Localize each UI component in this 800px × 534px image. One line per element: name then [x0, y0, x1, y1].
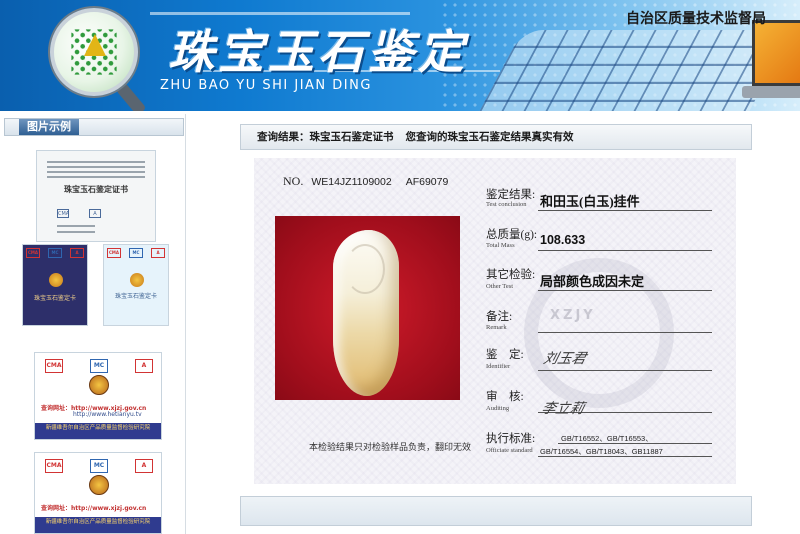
- cma-seal-icon: CMA: [57, 209, 70, 218]
- text-line: [57, 231, 95, 233]
- cal-icon: A: [135, 459, 153, 473]
- site-title-pinyin: ZHU BAO YU SHI JIAN DING: [160, 78, 372, 93]
- identifier-signature: 刘玉君: [541, 351, 588, 367]
- keyboard-graphic: [477, 30, 793, 111]
- footer-bar: [240, 496, 752, 526]
- field-total-mass: 总质量(g): Total Mass 108.633: [486, 226, 712, 256]
- card-dark-title: 珠宝玉石鉴定卡: [33, 295, 76, 302]
- sample-card-dark-thumbnail[interactable]: CMA MC A 珠宝玉石鉴定卡: [22, 244, 88, 326]
- monitor-graphic: [752, 20, 800, 86]
- badge-stripe: 新疆维吾尔自治区产品质量监督检验研究院: [35, 517, 161, 533]
- text-line: [47, 166, 145, 168]
- cal-icon: A: [70, 248, 84, 258]
- text-line: [57, 225, 95, 227]
- field-conclusion: 鉴定结果: Test conclusion 和田玉(白玉)挂件: [486, 186, 712, 216]
- sample-label-thumbnail[interactable]: CMA MC A 查询网址：http://www.xjzj.gov.cn htt…: [34, 352, 162, 440]
- site-title: 珠宝玉石鉴定: [168, 25, 468, 79]
- cma-icon: CMA: [107, 248, 121, 258]
- sample-label-thumbnail[interactable]: CMA MC A 查询网址：http://www.xjzj.gov.cn 新疆维…: [34, 452, 162, 534]
- national-emblem-icon: [130, 273, 144, 287]
- badge-url-1: 查询网址：http://www.xjzj.gov.cn: [41, 505, 147, 512]
- badge-url-2: http://www.hetianyu.tv: [73, 411, 142, 418]
- result-label: 查询结果：珠宝玉石鉴定证书: [257, 131, 394, 143]
- cma-icon: CMA: [45, 359, 63, 373]
- monitor-base-graphic: [742, 86, 800, 98]
- cnas-icon: MC: [90, 359, 108, 373]
- certificate-number: NO. WE14JZ1109002 AF69079: [283, 174, 449, 188]
- other-test-value: 局部颜色成因未定: [540, 274, 645, 289]
- bureau-name: 自治区质量技术监督局: [626, 11, 766, 27]
- auditing-signature: 李立莉: [539, 401, 586, 417]
- logo-triangle-icon: [84, 34, 106, 56]
- national-emblem-icon: [89, 475, 109, 495]
- national-emblem-icon: [89, 375, 109, 395]
- sidebar-heading: 图片示例: [19, 119, 79, 135]
- badge-stripe: 新疆维吾尔自治区产品质量监督检验研究院: [35, 423, 161, 439]
- field-identifier: 鉴 定: Identifier 刘玉君: [486, 346, 712, 376]
- national-emblem-icon: [49, 273, 63, 287]
- conclusion-value: 和田玉(白玉)挂件: [540, 194, 640, 209]
- cnas-icon: MC: [90, 459, 108, 473]
- field-standard: 执行标准: Officiate standard GB/T16552、GB/T1…: [486, 430, 712, 462]
- disclaimer: 本检验结果只对检验样品负责，翻印无效: [309, 442, 472, 452]
- card-light-title: 珠宝玉石鉴定卡: [114, 293, 157, 300]
- result-message: 您查询的珠宝玉石鉴定结果真实有效: [405, 131, 574, 143]
- cert-thumbnail-title: 珠宝玉石鉴定证书: [64, 185, 128, 194]
- jade-carving: [345, 244, 385, 294]
- cma-icon: CMA: [45, 459, 63, 473]
- text-line: [47, 176, 145, 178]
- mass-value: 108.633: [540, 233, 586, 247]
- cma-icon: CMA: [26, 248, 40, 258]
- certificate-image: XZJY NO. WE14JZ1109002 AF69079 本检验结果只对检验样品…: [254, 158, 736, 484]
- field-auditing: 审 核: Auditing 李立莉: [486, 388, 712, 418]
- sidebar: 图片示例 珠宝玉石鉴定证书 CMA A CMA MC A 珠宝玉石鉴定卡 CMA…: [0, 114, 186, 534]
- cal-seal-icon: A: [89, 209, 101, 218]
- field-remark: 备注: Remark: [486, 308, 712, 338]
- text-line: [47, 171, 145, 173]
- banner-streak: [150, 12, 410, 15]
- sample-certificate-thumbnail[interactable]: 珠宝玉石鉴定证书 CMA A: [36, 150, 156, 242]
- cnas-icon: MC: [48, 248, 62, 258]
- jade-photo: [275, 216, 460, 400]
- cnas-icon: MC: [129, 248, 143, 258]
- text-line: [47, 161, 145, 163]
- field-other-test: 其它检验: Other Test 局部颜色成因未定: [486, 266, 712, 296]
- query-result-bar: 查询结果：珠宝玉石鉴定证书 您查询的珠宝玉石鉴定结果真实有效: [240, 124, 752, 150]
- cal-icon: A: [151, 248, 165, 258]
- sample-card-light-thumbnail[interactable]: CMA MC A 珠宝玉石鉴定卡: [103, 244, 169, 326]
- header-banner: 珠宝玉石鉴定 ZHU BAO YU SHI JIAN DING 自治区质量技术监…: [0, 0, 800, 111]
- cal-icon: A: [135, 359, 153, 373]
- sidebar-header: 图片示例: [4, 118, 184, 136]
